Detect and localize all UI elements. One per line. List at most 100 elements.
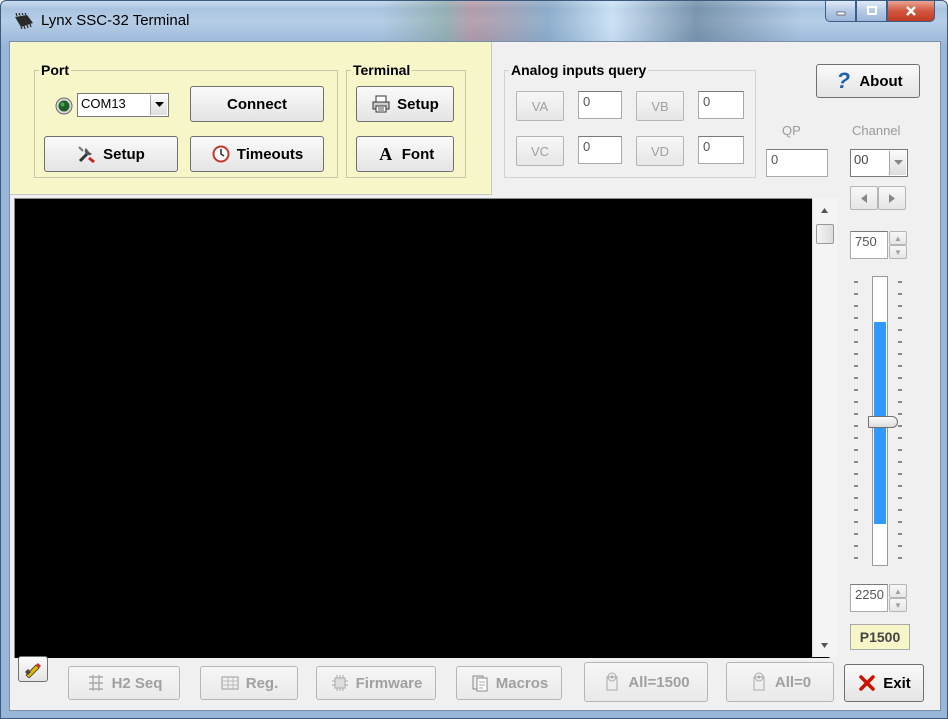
scroll-down-arrow-icon	[820, 642, 828, 648]
about-label: About	[859, 72, 903, 90]
reg-label: Reg.	[245, 674, 279, 692]
port-setup-label: Setup	[103, 145, 145, 163]
channel-select[interactable]: 00	[850, 149, 908, 177]
channel-prev-button[interactable]	[850, 186, 878, 210]
vc-value-field[interactable]: 0	[578, 136, 622, 164]
printer-icon	[371, 94, 391, 114]
connect-button[interactable]: Connect	[190, 86, 324, 122]
com-port-select[interactable]: COM13	[77, 93, 169, 117]
font-button[interactable]: A Font	[356, 136, 454, 172]
qp-value: 0	[771, 152, 779, 167]
port-status-led-icon	[55, 97, 73, 115]
port-group-legend: Port	[41, 62, 69, 78]
macros-button[interactable]: Macros	[456, 666, 562, 700]
channel-dropdown-button[interactable]	[889, 151, 906, 175]
firmware-label: Firmware	[355, 674, 423, 692]
app-chip-icon	[15, 13, 33, 29]
vd-label: VD	[650, 143, 670, 159]
vc-query-button[interactable]: VC	[516, 136, 564, 166]
maximize-icon	[866, 6, 877, 15]
servo-icon	[602, 672, 622, 692]
reg-button[interactable]: Reg.	[200, 666, 298, 700]
close-icon	[906, 6, 916, 16]
window-title: Lynx SSC-32 Terminal	[41, 12, 190, 29]
vb-query-button[interactable]: VB	[636, 91, 684, 121]
scroll-up-button[interactable]	[817, 204, 831, 216]
firmware-chip-icon	[330, 673, 350, 693]
timeouts-button[interactable]: Timeouts	[190, 136, 324, 172]
va-label: VA	[531, 98, 549, 114]
analog-inputs-legend: Analog inputs query	[511, 62, 647, 78]
qp-label: QP	[782, 123, 801, 138]
exit-x-icon	[857, 673, 877, 693]
all-0-button[interactable]: All=0	[726, 662, 834, 702]
slider-thumb[interactable]	[868, 416, 898, 428]
macros-pages-icon	[470, 673, 490, 693]
terminal-setup-button[interactable]: Setup	[356, 86, 454, 122]
about-button[interactable]: ? About	[816, 64, 920, 98]
all-1500-label: All=1500	[628, 673, 690, 691]
font-label: Font	[401, 145, 435, 163]
max-position-spin-up[interactable]: ▲	[889, 584, 907, 598]
va-query-button[interactable]: VA	[516, 91, 564, 121]
va-value: 0	[583, 94, 591, 109]
channel-next-button[interactable]	[878, 186, 906, 210]
min-position-value: 750	[855, 234, 877, 249]
clock-icon	[211, 144, 231, 164]
connect-button-label: Connect	[227, 95, 287, 113]
vd-value-field[interactable]: 0	[698, 136, 744, 164]
qp-value-field[interactable]: 0	[766, 149, 828, 177]
vc-value: 0	[583, 139, 591, 154]
vd-value: 0	[703, 139, 711, 154]
servo-icon	[749, 672, 769, 692]
vc-label: VC	[530, 143, 550, 159]
maximize-button[interactable]	[856, 1, 887, 22]
caption-buttons	[825, 1, 935, 23]
client-area: Port COM13 Connect Setup Timeouts Termin…	[9, 41, 941, 711]
title-bar[interactable]: Lynx SSC-32 Terminal	[1, 1, 947, 41]
h2-seq-label: H2 Seq	[111, 674, 163, 692]
all-1500-button[interactable]: All=1500	[584, 662, 708, 702]
com-port-value: COM13	[81, 96, 126, 111]
minimize-button[interactable]	[825, 1, 856, 22]
terminal-output[interactable]	[14, 198, 830, 659]
close-button[interactable]	[887, 1, 935, 22]
scroll-down-button[interactable]	[817, 639, 831, 651]
min-position-field[interactable]: 750	[850, 231, 888, 259]
tools-icon	[77, 144, 97, 164]
max-position-field[interactable]: 2250	[850, 584, 888, 612]
chevron-down-icon	[154, 102, 164, 107]
va-value-field[interactable]: 0	[578, 91, 622, 119]
firmware-button[interactable]: Firmware	[316, 666, 436, 700]
arrow-left-icon	[861, 193, 867, 203]
port-setup-button[interactable]: Setup	[44, 136, 178, 172]
position-readout-value: P1500	[859, 629, 901, 645]
arrow-right-icon	[889, 193, 895, 203]
scroll-thumb[interactable]	[816, 224, 834, 244]
min-position-spin-up[interactable]: ▲	[889, 231, 907, 245]
eraser-pencil-icon	[25, 663, 41, 678]
terminal-scrollbar[interactable]	[812, 198, 837, 657]
register-table-icon	[220, 673, 240, 693]
clear-terminal-button[interactable]	[18, 656, 48, 682]
vd-query-button[interactable]: VD	[636, 136, 684, 166]
minimize-icon	[836, 11, 845, 16]
exit-button[interactable]: Exit	[844, 664, 924, 702]
max-position-spin-down[interactable]: ▼	[889, 598, 907, 612]
all-0-label: All=0	[774, 673, 812, 691]
com-port-dropdown-button[interactable]	[150, 95, 167, 115]
min-position-spin-down[interactable]: ▼	[889, 245, 907, 259]
app-window: Lynx SSC-32 Terminal Port COM13 Connect …	[0, 0, 948, 719]
timeouts-label: Timeouts	[236, 145, 304, 163]
scroll-up-arrow-icon	[820, 207, 828, 213]
chevron-down-icon	[893, 160, 903, 165]
vb-value-field[interactable]: 0	[698, 91, 744, 119]
vb-value: 0	[703, 94, 711, 109]
help-question-icon: ?	[836, 68, 851, 93]
exit-label: Exit	[883, 674, 911, 692]
terminal-group-legend: Terminal	[353, 62, 411, 78]
servo-position-slider[interactable]	[852, 274, 904, 570]
max-position-value: 2250	[855, 587, 884, 602]
h2-seq-button[interactable]: H2 Seq	[68, 666, 180, 700]
macros-label: Macros	[495, 674, 549, 692]
